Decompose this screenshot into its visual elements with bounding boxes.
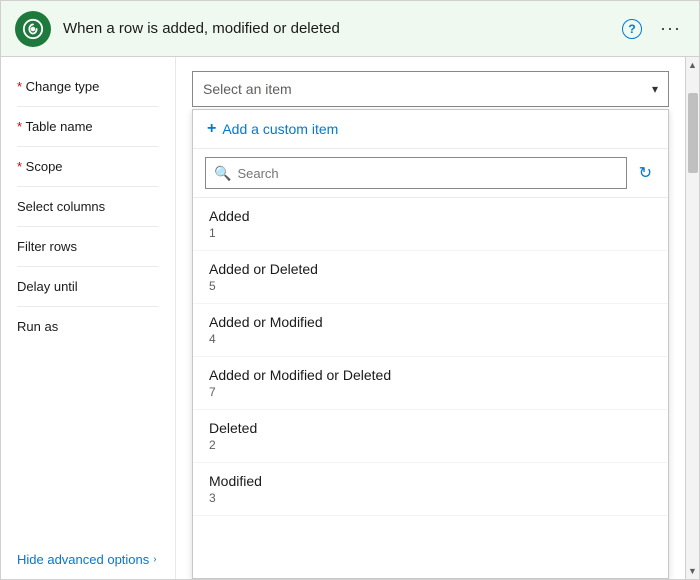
change-type-label: Change type <box>17 79 99 94</box>
dropdown-chevron-icon: ▾ <box>652 82 658 96</box>
search-bar: 🔍 ↻ <box>193 149 668 198</box>
item-name: Added or Modified or Deleted <box>209 367 652 383</box>
down-arrow-icon: ▼ <box>688 566 697 576</box>
more-icon: ··· <box>660 18 681 39</box>
list-item[interactable]: Modified 3 <box>193 463 668 516</box>
outer-scrollbar: ▲ ▼ <box>685 57 699 579</box>
app-icon <box>15 11 51 47</box>
header-actions: ? ··· <box>618 14 685 43</box>
item-value: 1 <box>209 226 652 240</box>
chevron-right-icon: › <box>153 554 156 565</box>
add-custom-item-button[interactable]: + Add a custom item <box>193 110 668 149</box>
search-icon: 🔍 <box>214 165 231 182</box>
item-name: Added <box>209 208 652 224</box>
item-value: 2 <box>209 438 652 452</box>
item-name: Deleted <box>209 420 652 436</box>
scroll-up-arrow[interactable]: ▲ <box>686 57 699 73</box>
filter-rows-label: Filter rows <box>17 239 77 254</box>
item-name: Added or Modified <box>209 314 652 330</box>
header-title: When a row is added, modified or deleted <box>63 20 618 37</box>
item-name: Added or Deleted <box>209 261 652 277</box>
run-as-label: Run as <box>17 319 58 334</box>
list-item[interactable]: Deleted 2 <box>193 410 668 463</box>
scroll-down-arrow[interactable]: ▼ <box>686 563 699 579</box>
plus-icon: + <box>207 120 216 138</box>
search-input-wrap: 🔍 <box>205 157 627 189</box>
item-value: 3 <box>209 491 652 505</box>
main-container: When a row is added, modified or deleted… <box>0 0 700 580</box>
right-panel: Select an item ▾ + Add a custom item 🔍 <box>176 57 685 579</box>
field-select-columns: Select columns <box>17 189 159 224</box>
field-filter-rows: Filter rows <box>17 229 159 264</box>
field-run-as: Run as <box>17 309 159 344</box>
more-button[interactable]: ··· <box>656 14 685 43</box>
item-value: 5 <box>209 279 652 293</box>
search-input[interactable] <box>237 166 617 181</box>
refresh-button[interactable]: ↻ <box>635 159 656 187</box>
header: When a row is added, modified or deleted… <box>1 1 699 57</box>
field-change-type: Change type <box>17 69 159 104</box>
table-name-label: Table name <box>17 119 93 134</box>
list-item[interactable]: Added or Modified or Deleted 7 <box>193 357 668 410</box>
field-scope: Scope <box>17 149 159 184</box>
left-panel: Change type Table name Scope Select colu… <box>1 57 176 579</box>
field-delay-until: Delay until <box>17 269 159 304</box>
select-placeholder: Select an item <box>203 81 652 97</box>
items-list: Added 1 Added or Deleted 5 Added or Modi… <box>193 198 668 578</box>
help-button[interactable]: ? <box>618 15 646 43</box>
delay-until-label: Delay until <box>17 279 78 294</box>
refresh-icon: ↻ <box>639 163 652 183</box>
dropdown-panel: + Add a custom item 🔍 ↻ Added <box>192 109 669 579</box>
select-columns-label: Select columns <box>17 199 105 214</box>
body: Change type Table name Scope Select colu… <box>1 57 699 579</box>
up-arrow-icon: ▲ <box>688 60 697 70</box>
item-value: 7 <box>209 385 652 399</box>
list-item[interactable]: Added or Modified 4 <box>193 304 668 357</box>
help-icon: ? <box>622 19 642 39</box>
list-item[interactable]: Added 1 <box>193 198 668 251</box>
list-item[interactable]: Added or Deleted 5 <box>193 251 668 304</box>
item-value: 4 <box>209 332 652 346</box>
hide-advanced-label: Hide advanced options <box>17 552 149 567</box>
item-name: Modified <box>209 473 652 489</box>
scope-label: Scope <box>17 159 63 174</box>
select-item-dropdown[interactable]: Select an item ▾ <box>192 71 669 107</box>
field-table-name: Table name <box>17 109 159 144</box>
hide-advanced-link[interactable]: Hide advanced options › <box>17 536 159 567</box>
scroll-thumb[interactable] <box>688 93 698 173</box>
add-custom-label: Add a custom item <box>222 121 338 137</box>
